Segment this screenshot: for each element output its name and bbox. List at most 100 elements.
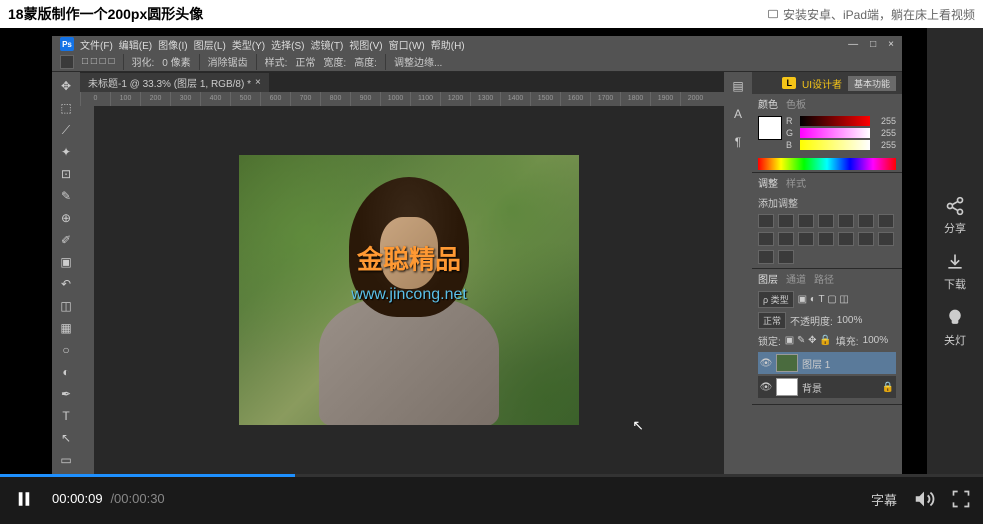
tab-color[interactable]: 颜色 [758,96,778,111]
page-title: 18蒙版制作一个200px圆形头像 [8,4,203,24]
tab-paths[interactable]: 路径 [814,271,834,286]
type-tool-icon[interactable]: T [55,406,77,426]
pause-button[interactable] [12,487,36,511]
menu-layer[interactable]: 图层(L) [194,37,226,52]
feather-value[interactable]: 0 像素 [162,54,190,69]
subtitle-button[interactable]: 字幕 [871,490,897,509]
selective-icon[interactable] [778,250,794,264]
menu-select[interactable]: 选择(S) [271,37,304,52]
bw-icon[interactable] [758,232,774,246]
path-tool-icon[interactable]: ↖ [55,428,77,448]
paragraph-panel-icon[interactable]: ¶ [727,132,749,152]
filter-icons[interactable]: ▣ ◐ T ▢ ◫ [798,294,849,305]
wand-tool-icon[interactable]: ✦ [55,142,77,162]
layer-item-bg[interactable]: 👁 背景 🔒 [758,376,896,398]
height-label: 高度: [354,54,377,69]
brightness-icon[interactable] [758,214,774,228]
r-slider[interactable] [800,116,870,126]
lock-label: 锁定: [758,333,781,348]
opacity-label: 不透明度: [790,313,833,328]
style-value[interactable]: 正常 [295,54,315,69]
lock-icons[interactable]: ▣ ✎ ✥ 🔒 [785,335,832,346]
photo-filter-icon[interactable] [778,232,794,246]
layer-filter[interactable]: ρ 类型 [758,291,794,308]
mixer-icon[interactable] [798,232,814,246]
selection-mode-icons[interactable]: □ □ □ □ [82,56,115,67]
install-link[interactable]: 安装安卓、iPad端，躺在床上看视频 [767,6,975,23]
visibility-icon[interactable]: 👁 [760,381,772,393]
brush-tool-icon[interactable]: ✐ [55,230,77,250]
move-tool-icon[interactable]: ✥ [55,76,77,96]
fill-value[interactable]: 100% [863,335,889,346]
balance-icon[interactable] [878,214,894,228]
pen-tool-icon[interactable]: ✒ [55,384,77,404]
volume-button[interactable] [913,488,935,510]
eraser-tool-icon[interactable]: ◫ [55,296,77,316]
layer-item-1[interactable]: 👁 图层 1 [758,352,896,374]
history-panel-icon[interactable]: ▤ [727,76,749,96]
g-slider[interactable] [800,128,870,138]
threshold-icon[interactable] [878,232,894,246]
minimize-icon[interactable]: — [848,39,858,50]
fullscreen-button[interactable] [951,489,971,509]
crop-tool-icon[interactable]: ⊡ [55,164,77,184]
stamp-tool-icon[interactable]: ▣ [55,252,77,272]
menu-image[interactable]: 图像(I) [158,37,187,52]
tab-styles[interactable]: 样式 [786,175,806,190]
visibility-icon[interactable]: 👁 [760,357,772,369]
lookup-icon[interactable] [818,232,834,246]
lasso-tool-icon[interactable]: ⟋ [55,120,77,140]
close-icon[interactable]: × [888,39,894,50]
menu-filter[interactable]: 滤镜(T) [311,37,344,52]
share-button[interactable]: 分享 [927,188,983,244]
menu-edit[interactable]: 编辑(E) [119,37,152,52]
vibrance-icon[interactable] [838,214,854,228]
maximize-icon[interactable]: □ [870,39,876,50]
menu-view[interactable]: 视图(V) [349,37,382,52]
curves-icon[interactable] [798,214,814,228]
foreground-color-swatch[interactable] [758,116,782,140]
antialias-checkbox[interactable]: 消除锯齿 [208,54,248,69]
download-icon [945,252,965,272]
levels-icon[interactable] [778,214,794,228]
type-panel-icon[interactable]: A [727,104,749,124]
tab-close-icon[interactable]: × [255,77,261,88]
gradient-map-icon[interactable] [758,250,774,264]
exposure-icon[interactable] [818,214,834,228]
eyedropper-tool-icon[interactable]: ✎ [55,186,77,206]
progress-bar[interactable] [0,474,983,477]
menu-type[interactable]: 类型(Y) [232,37,265,52]
download-button[interactable]: 下载 [927,244,983,300]
blur-tool-icon[interactable]: ○ [55,340,77,360]
lights-button[interactable]: 关灯 [927,300,983,356]
workspace-button[interactable]: 基本功能 [848,76,896,91]
menu-help[interactable]: 帮助(H) [431,37,465,52]
style-label: 样式: [265,54,288,69]
tab-layers[interactable]: 图层 [758,271,778,286]
b-slider[interactable] [800,140,870,150]
color-spectrum[interactable] [758,158,896,170]
lock-icon: 🔒 [882,382,894,393]
blend-mode-select[interactable]: 正常 [758,312,786,329]
fullscreen-icon [951,489,971,509]
invert-icon[interactable] [838,232,854,246]
heal-tool-icon[interactable]: ⊕ [55,208,77,228]
document-tab[interactable]: 未标题-1 @ 33.3% (图层 1, RGB/8) * × [80,73,269,92]
tab-adjustments[interactable]: 调整 [758,175,778,190]
marquee-tool-icon[interactable]: ⬚ [55,98,77,118]
tab-swatches[interactable]: 色板 [786,96,806,111]
menu-file[interactable]: 文件(F) [80,37,113,52]
side-actions: 分享 下载 关灯 [927,28,983,474]
posterize-icon[interactable] [858,232,874,246]
tool-preset-icon[interactable] [60,55,74,69]
canvas[interactable]: 金聪精品 www.jincong.net ↖ [94,106,724,474]
hue-icon[interactable] [858,214,874,228]
dodge-tool-icon[interactable]: ◐ [55,362,77,382]
shape-tool-icon[interactable]: ▭ [55,450,77,470]
tab-channels[interactable]: 通道 [786,271,806,286]
history-tool-icon[interactable]: ↶ [55,274,77,294]
gradient-tool-icon[interactable]: ▦ [55,318,77,338]
refine-edge-button[interactable]: 调整边缘... [394,54,442,69]
menu-window[interactable]: 窗口(W) [389,37,425,52]
opacity-value[interactable]: 100% [837,315,863,326]
